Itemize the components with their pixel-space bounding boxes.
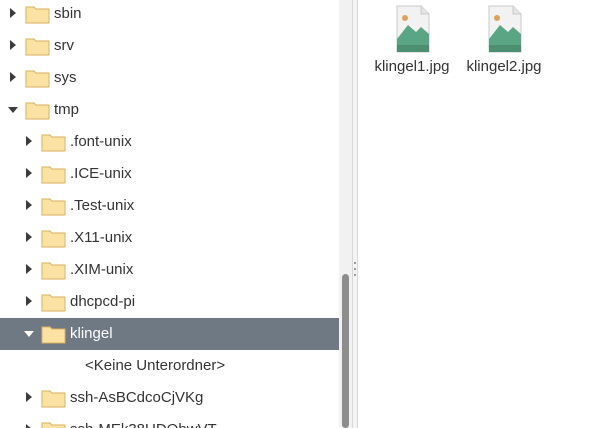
tree-item-label: sbin [54, 5, 82, 22]
tree-item-sbin[interactable]: sbin [0, 0, 339, 30]
chevron-down-icon[interactable] [8, 107, 18, 113]
directory-tree[interactable]: sbin srv sys tmp .font-unix .ICE-unix .T… [0, 0, 339, 428]
chevron-down-icon[interactable] [24, 331, 34, 337]
folder-icon [41, 294, 66, 312]
tree-item-label: .Test-unix [70, 197, 135, 214]
file-item-klingel2[interactable]: klingel2.jpg [456, 0, 552, 84]
tree-item-label: .XIM-unix [70, 261, 134, 278]
folder-icon [41, 390, 66, 408]
chevron-right-icon[interactable] [26, 200, 32, 210]
chevron-right-icon[interactable] [26, 424, 32, 428]
file-name-label: klingel2.jpg [466, 58, 542, 75]
tree-item-label: tmp [54, 101, 80, 118]
tree-item-label: srv [54, 37, 74, 54]
no-subfolders-label: <Keine Unterordner> [85, 357, 226, 374]
chevron-right-icon[interactable] [26, 232, 32, 242]
folder-icon [41, 134, 66, 152]
file-manager: sbin srv sys tmp .font-unix .ICE-unix .T… [0, 0, 611, 428]
divider-grip-icon [354, 268, 356, 270]
folder-icon [41, 326, 66, 344]
tree-item-sys[interactable]: sys [0, 62, 339, 94]
tree-item-ice-unix[interactable]: .ICE-unix [0, 158, 339, 190]
tree-item-test-unix[interactable]: .Test-unix [0, 190, 339, 222]
tree-scrollbar[interactable] [339, 0, 352, 428]
chevron-right-icon[interactable] [26, 392, 32, 402]
folder-icon [41, 166, 66, 184]
tree-empty-placeholder: <Keine Unterordner> [0, 350, 339, 382]
scrollbar-thumb[interactable] [342, 274, 349, 428]
tree-item-label: .ICE-unix [70, 165, 132, 182]
chevron-right-icon[interactable] [26, 136, 32, 146]
chevron-right-icon[interactable] [10, 8, 16, 18]
chevron-right-icon[interactable] [26, 168, 32, 178]
tree-item-srv[interactable]: srv [0, 30, 339, 62]
tree-item-dhcpcd-pi[interactable]: dhcpcd-pi [0, 286, 339, 318]
tree-item-label: .X11-unix [70, 229, 133, 246]
chevron-right-icon[interactable] [26, 264, 32, 274]
chevron-right-icon[interactable] [26, 296, 32, 306]
image-file-icon [396, 5, 430, 53]
tree-item-label: ssh-MEk38UDQbwVT [70, 420, 217, 428]
folder-icon [41, 262, 66, 280]
folder-icon [41, 230, 66, 248]
tree-item-x11-unix[interactable]: .X11-unix [0, 222, 339, 254]
folder-icon [25, 70, 50, 88]
file-name-label: klingel1.jpg [374, 58, 450, 75]
tree-item-tmp[interactable]: tmp [0, 94, 339, 126]
tree-item-label: klingel [70, 325, 113, 342]
file-item-klingel1[interactable]: klingel1.jpg [364, 0, 460, 84]
folder-icon [25, 6, 50, 24]
divider-grip-icon [354, 262, 356, 264]
tree-item-label: dhcpcd-pi [70, 293, 136, 310]
image-file-icon [488, 5, 522, 53]
tree-item-label: sys [54, 69, 77, 86]
tree-item-xim-unix[interactable]: .XIM-unix [0, 254, 339, 286]
tree-item-ssh-asbcdcocjvkg[interactable]: ssh-AsBCdcoCjVKg [0, 382, 339, 414]
file-list[interactable]: klingel1.jpg klingel2.jpg [358, 0, 611, 428]
folder-icon [25, 102, 50, 120]
folder-icon [41, 198, 66, 216]
tree-item-ssh-mek38udqbwvt[interactable]: ssh-MEk38UDQbwVT [0, 414, 339, 428]
tree-item-font-unix[interactable]: .font-unix [0, 126, 339, 158]
folder-icon [25, 38, 50, 56]
chevron-right-icon[interactable] [10, 40, 16, 50]
tree-item-label: .font-unix [70, 133, 132, 150]
tree-item-label: ssh-AsBCdcoCjVKg [70, 389, 204, 406]
divider-grip-icon [354, 274, 356, 276]
chevron-right-icon[interactable] [10, 72, 16, 82]
folder-icon [41, 422, 66, 428]
tree-item-klingel[interactable]: klingel [0, 318, 339, 350]
